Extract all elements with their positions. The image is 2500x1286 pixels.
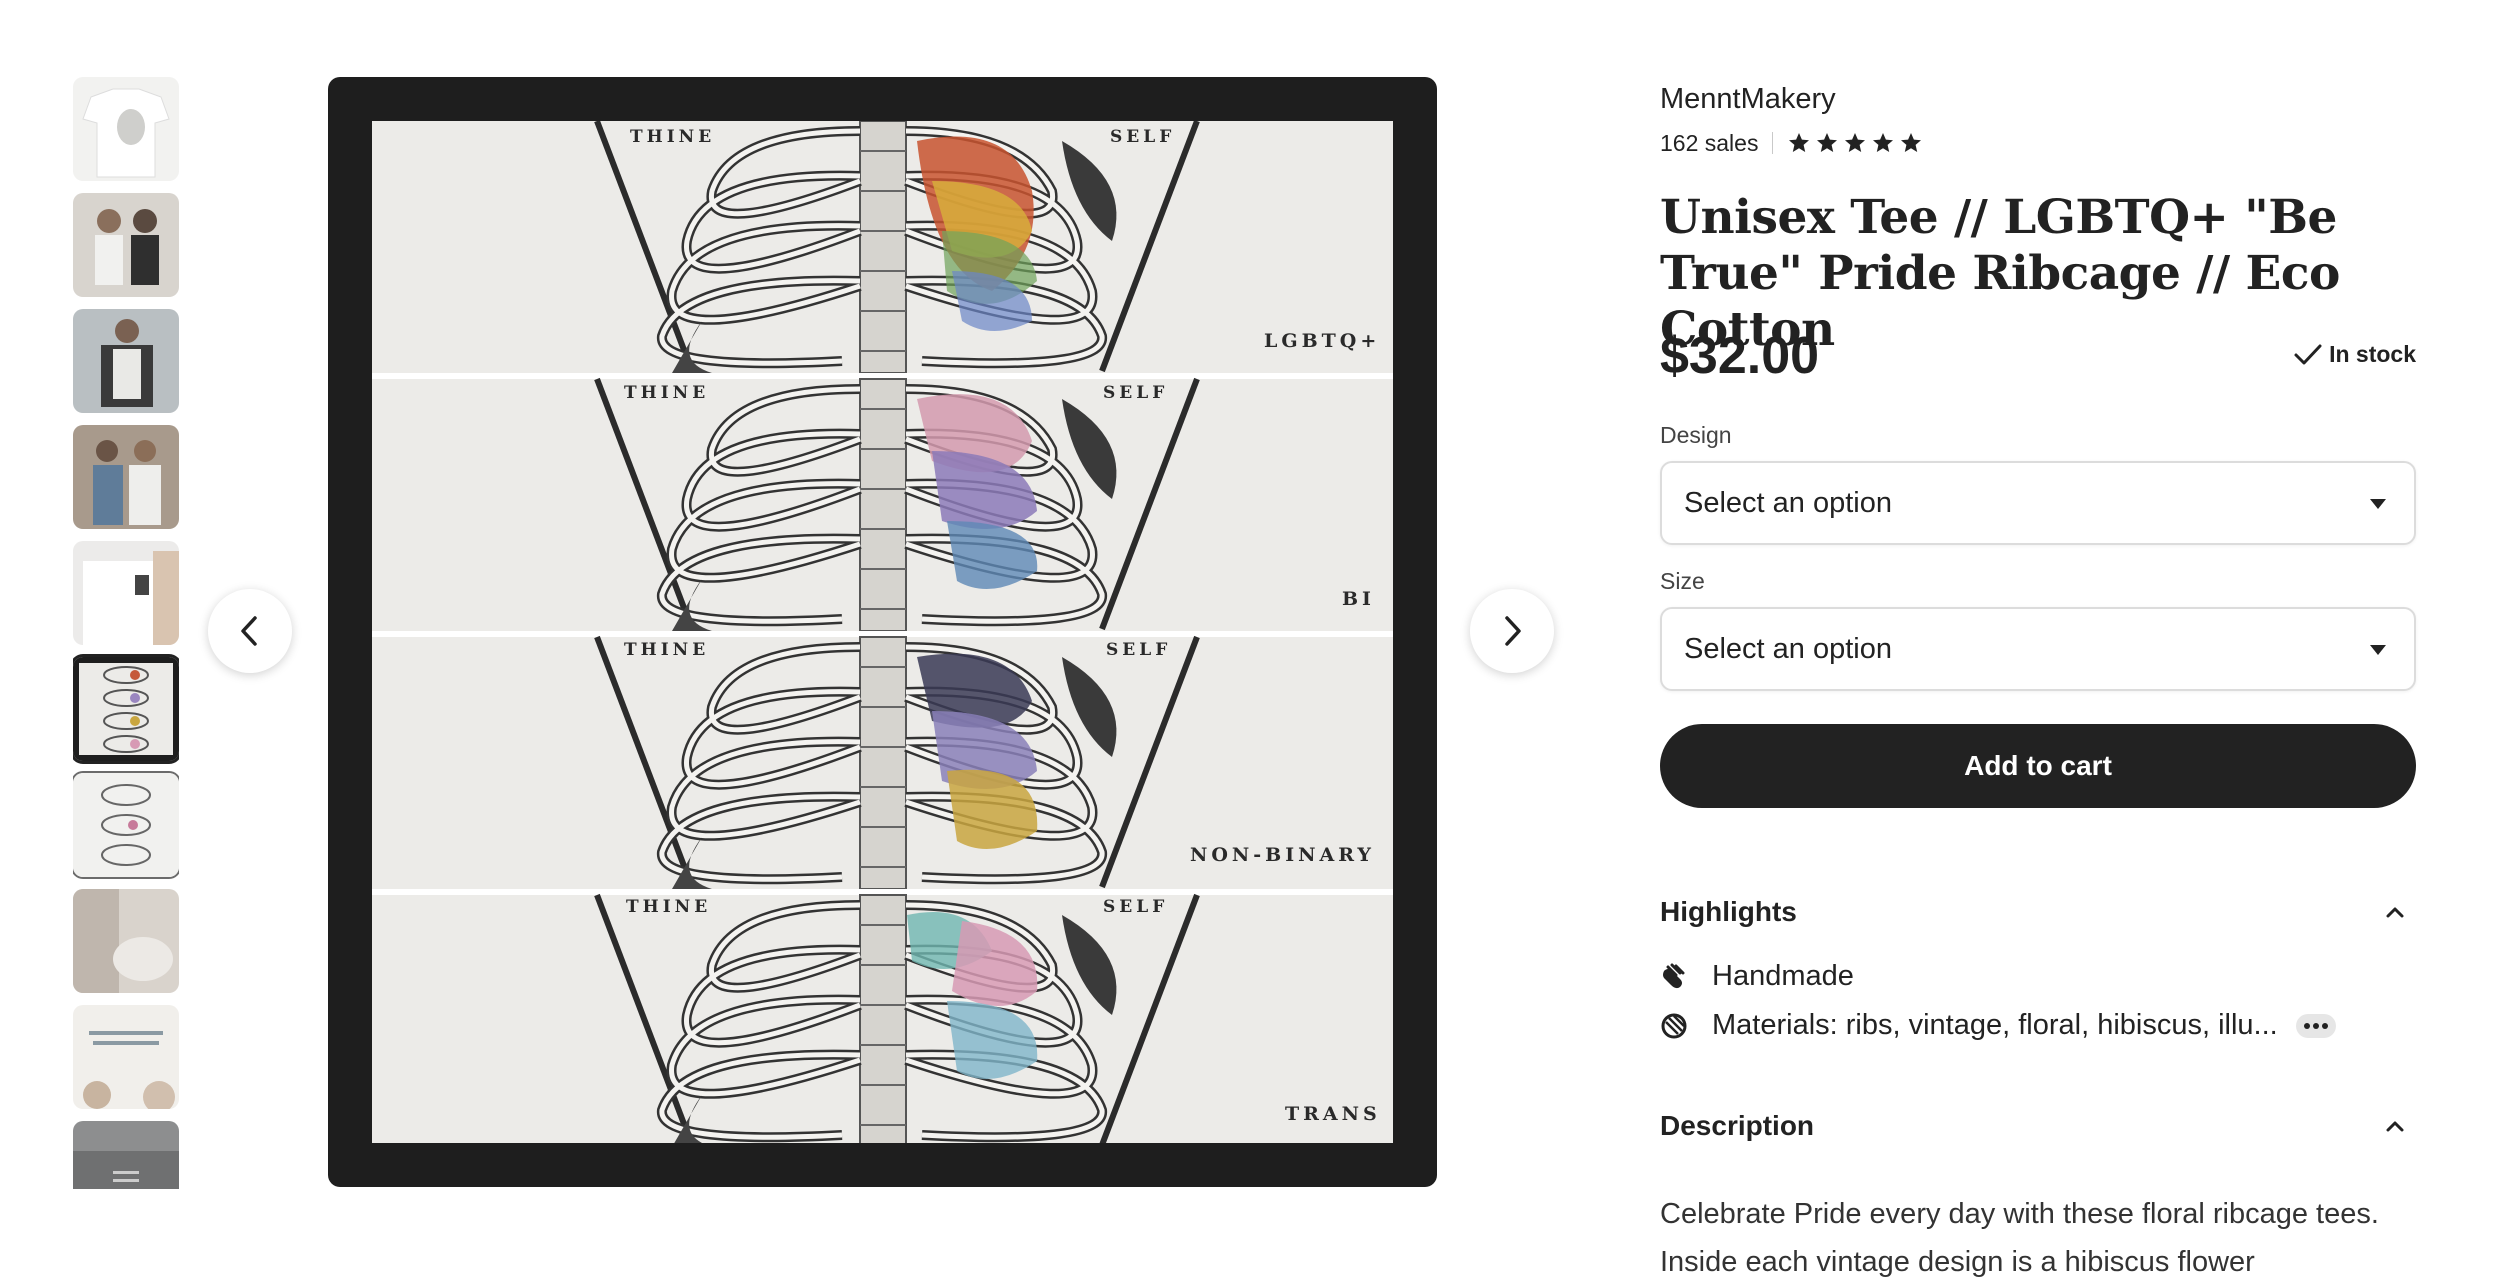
thumbnail-image — [73, 193, 179, 297]
thumbnail-5[interactable] — [73, 541, 179, 645]
thumbnail-image — [73, 309, 179, 413]
highlight-materials: Materials: ribs, vintage, floral, hibisc… — [1660, 1009, 2336, 1042]
star-rating[interactable] — [1787, 131, 1923, 155]
shop-stats: 162 sales — [1660, 128, 1923, 158]
thumbnail-image — [73, 889, 179, 993]
panel-label-bi: BI — [1342, 588, 1375, 610]
shop-name-link[interactable]: MenntMakery — [1660, 83, 1836, 116]
panel-label-lgbtq: LGBTQ+ — [1264, 330, 1381, 352]
thumbnail-10[interactable] — [73, 1121, 179, 1189]
panel-label-thine: THINE — [630, 127, 716, 147]
panel-label-self: SELF — [1103, 383, 1169, 403]
handmade-text: Handmade — [1712, 960, 1854, 992]
thumbnail-9[interactable] — [73, 1005, 179, 1109]
materials-icon — [1660, 1012, 1688, 1040]
star-icon — [1845, 133, 1866, 152]
thumbnail-image — [73, 1121, 179, 1189]
thumbnail-7[interactable] — [73, 773, 179, 877]
materials-text: Materials: ribs, vintage, floral, hibisc… — [1712, 1009, 2278, 1041]
design-select-value: Select an option — [1684, 486, 1892, 519]
thumbnail-image — [73, 657, 179, 761]
design-label: Design — [1660, 422, 1732, 448]
panel-label-thine: THINE — [624, 383, 710, 403]
thumbnail-image — [73, 541, 179, 645]
description-toggle[interactable]: Description — [1660, 1110, 2416, 1142]
stock-status: In stock — [2293, 341, 2416, 368]
product-price: $32.00 — [1660, 327, 1820, 385]
thumbnail-3[interactable] — [73, 309, 179, 413]
thumbnail-image — [73, 1005, 179, 1109]
chevron-right-icon — [1505, 616, 1521, 646]
size-select-value: Select an option — [1684, 632, 1892, 665]
divider — [1772, 132, 1774, 154]
thumbnail-image — [73, 77, 179, 181]
caret-down-icon — [2370, 499, 2386, 509]
star-icon — [1817, 133, 1838, 152]
ribcage-design-image — [372, 121, 1393, 1143]
thumbnail-image — [73, 773, 179, 877]
stock-label: In stock — [2329, 341, 2416, 367]
dot — [2321, 1022, 2328, 1029]
main-product-image: THINE SELF LGBTQ+ THINE SELF BI THINE SE… — [328, 77, 1437, 1187]
panel-label-trans: TRANS — [1285, 1103, 1381, 1125]
description-text: Celebrate Pride every day with these flo… — [1660, 1198, 2379, 1278]
more-materials-button[interactable] — [2295, 1013, 2336, 1038]
thumbnail-strip — [73, 77, 179, 1189]
description-heading: Description — [1660, 1110, 1815, 1141]
star-icon — [1873, 133, 1894, 152]
design-select[interactable]: Select an option — [1660, 461, 2416, 545]
hand-icon — [1660, 963, 1688, 991]
highlights-heading: Highlights — [1660, 896, 1797, 927]
thumbnail-2[interactable] — [73, 193, 179, 297]
sales-count: 162 sales — [1660, 129, 1759, 156]
thumbnail-4[interactable] — [73, 425, 179, 529]
panel-label-non-binary: NON-BINARY — [1190, 844, 1375, 866]
check-icon — [2294, 344, 2322, 364]
thumbnail-6[interactable] — [73, 657, 179, 761]
panel-label-thine: THINE — [624, 640, 710, 660]
dot — [2303, 1022, 2310, 1029]
panel-label-self: SELF — [1103, 897, 1169, 917]
previous-image-button[interactable] — [208, 589, 292, 673]
size-select[interactable]: Select an option — [1660, 607, 2416, 691]
panel-label-self: SELF — [1110, 127, 1176, 147]
highlights-toggle[interactable]: Highlights — [1660, 896, 2416, 928]
chevron-left-icon — [241, 616, 257, 646]
dot — [2312, 1022, 2319, 1029]
chevron-up-icon — [2386, 1121, 2404, 1132]
star-icon — [1789, 133, 1810, 152]
chevron-up-icon — [2386, 907, 2404, 918]
next-image-button[interactable] — [1470, 589, 1554, 673]
panel-label-thine: THINE — [626, 897, 712, 917]
thumbnail-1[interactable] — [73, 77, 179, 181]
add-to-cart-button[interactable]: Add to cart — [1660, 724, 2416, 808]
caret-down-icon — [2370, 645, 2386, 655]
thumbnail-8[interactable] — [73, 889, 179, 993]
thumbnail-image — [73, 425, 179, 529]
star-icon — [1901, 133, 1922, 152]
panel-label-self: SELF — [1106, 640, 1172, 660]
highlight-handmade: Handmade — [1660, 960, 1854, 993]
size-label: Size — [1660, 568, 1705, 594]
